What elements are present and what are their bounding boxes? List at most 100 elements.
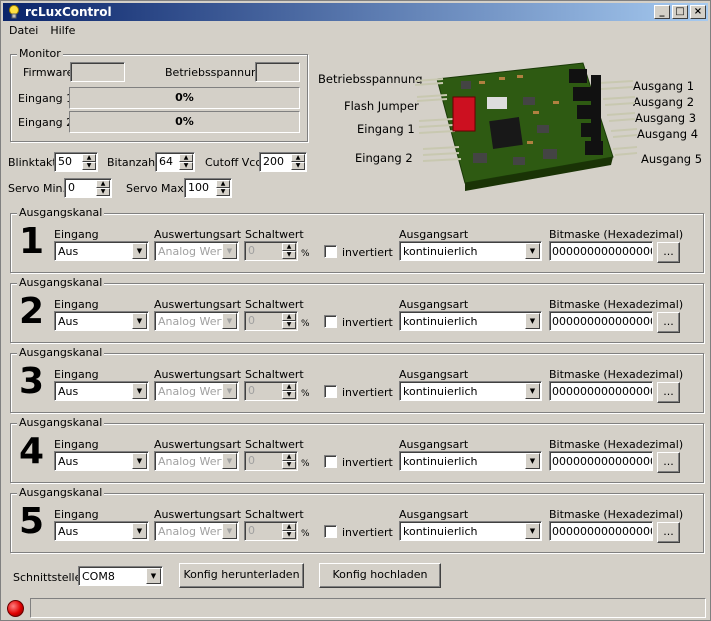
- menu-datei[interactable]: Datei: [3, 22, 44, 40]
- invertiert-checkbox[interactable]: [324, 385, 337, 398]
- eingang-select[interactable]: Aus ▼: [54, 451, 149, 471]
- spin-up-icon: ▲: [282, 523, 296, 531]
- servo-max-label: Servo Max.: [126, 182, 188, 195]
- invertiert-label: invertiert: [342, 386, 393, 399]
- invertiert-label: invertiert: [342, 456, 393, 469]
- ausgangsart-select[interactable]: kontinuierlich ▼: [399, 381, 542, 401]
- servo-max-spinner[interactable]: 100 ▲ ▼: [184, 178, 232, 198]
- board-label-eingang1: Eingang 1: [357, 122, 415, 136]
- invertiert-checkbox[interactable]: [324, 525, 337, 538]
- bitanzahl-spinner[interactable]: 64 ▲ ▼: [155, 152, 195, 172]
- status-bar: [3, 597, 708, 619]
- invertiert-label: invertiert: [342, 316, 393, 329]
- eingang-select[interactable]: Aus ▼: [54, 521, 149, 541]
- bitmaske-input[interactable]: 0000000000000000: [549, 451, 653, 471]
- percent-label: %: [301, 319, 310, 329]
- input1-label: Eingang 1: [18, 92, 74, 105]
- voltage-label: Betriebsspannung: [165, 66, 266, 79]
- spin-down-icon: ▼: [179, 162, 193, 170]
- bitmaske-browse-button[interactable]: ...: [657, 452, 680, 473]
- status-text-panel: [30, 598, 706, 618]
- auswertungsart-select[interactable]: Analog Wert ▼: [154, 381, 239, 401]
- menu-hilfe[interactable]: Hilfe: [44, 22, 81, 40]
- lightbulb-icon: [7, 5, 21, 19]
- ausgangsart-label: Ausgangsart: [399, 438, 469, 451]
- bitmaske-input[interactable]: 0000000000000000: [549, 381, 653, 401]
- flash-jumper-part: [452, 96, 476, 132]
- auswertungsart-select[interactable]: Analog Wert ▼: [154, 241, 239, 261]
- ausgangsart-label: Ausgangsart: [399, 298, 469, 311]
- ausgangsart-select[interactable]: kontinuierlich ▼: [399, 241, 542, 261]
- input2-label: Eingang 2: [18, 116, 74, 129]
- spin-up-icon: ▲: [282, 383, 296, 391]
- chevron-down-icon: ▼: [525, 243, 540, 259]
- maximize-button[interactable]: □: [672, 5, 688, 19]
- spin-down-icon: ▼: [282, 251, 296, 259]
- bitmaske-browse-button[interactable]: ...: [657, 242, 680, 263]
- bitmaske-label: Bitmaske (Hexadezimal): [549, 438, 684, 451]
- spin-down-icon: ▼: [282, 531, 296, 539]
- servo-min-spinner[interactable]: 0 ▲ ▼: [64, 178, 112, 198]
- percent-label: %: [301, 529, 310, 539]
- cutoff-label: Cutoff Vcc: [205, 156, 262, 169]
- bitmaske-input[interactable]: 0000000000000000: [549, 311, 653, 331]
- invertiert-checkbox[interactable]: [324, 245, 337, 258]
- chevron-down-icon: ▼: [222, 383, 237, 399]
- spin-down-icon: ▼: [96, 188, 110, 196]
- eingang-label: Eingang: [54, 508, 99, 521]
- bitmaske-browse-button[interactable]: ...: [657, 312, 680, 333]
- invertiert-checkbox[interactable]: [324, 455, 337, 468]
- invertiert-label: invertiert: [342, 526, 393, 539]
- schaltwert-label: Schaltwert: [245, 368, 304, 381]
- channel-group-title: Ausgangskanal: [17, 486, 105, 499]
- chevron-down-icon: ▼: [222, 243, 237, 259]
- schaltwert-spinner[interactable]: 0 ▲ ▼: [244, 311, 298, 331]
- firmware-display: [70, 62, 125, 82]
- eingang-select[interactable]: Aus ▼: [54, 311, 149, 331]
- blinktakt-spinner[interactable]: 50 ▲ ▼: [54, 152, 98, 172]
- channel-group-title: Ausgangskanal: [17, 276, 105, 289]
- ausgangsart-label: Ausgangsart: [399, 368, 469, 381]
- port-select[interactable]: COM8 ▼: [78, 566, 163, 586]
- bitmaske-browse-button[interactable]: ...: [657, 522, 680, 543]
- channel-number: 1: [19, 221, 45, 262]
- eingang-select[interactable]: Aus ▼: [54, 241, 149, 261]
- auswertungsart-select[interactable]: Analog Wert ▼: [154, 521, 239, 541]
- schaltwert-spinner[interactable]: 0 ▲ ▼: [244, 521, 298, 541]
- schaltwert-spinner[interactable]: 0 ▲ ▼: [244, 451, 298, 471]
- chevron-down-icon: ▼: [525, 383, 540, 399]
- upload-config-button[interactable]: Konfig hochladen: [319, 563, 441, 588]
- cutoff-spinner[interactable]: 200 ▲ ▼: [259, 152, 307, 172]
- channel-number: 4: [19, 431, 45, 472]
- auswertungsart-select[interactable]: Analog Wert ▼: [154, 311, 239, 331]
- schaltwert-spinner[interactable]: 0 ▲ ▼: [244, 241, 298, 261]
- download-config-button[interactable]: Konfig herunterladen: [179, 563, 304, 588]
- invertiert-checkbox[interactable]: [324, 315, 337, 328]
- chevron-down-icon: ▼: [525, 523, 540, 539]
- schaltwert-label: Schaltwert: [245, 438, 304, 451]
- bitanzahl-label: Bitanzahl: [107, 156, 159, 169]
- ausgangsart-select[interactable]: kontinuierlich ▼: [399, 521, 542, 541]
- auswertungsart-label: Auswertungsart: [154, 298, 242, 311]
- bitmaske-browse-button[interactable]: ...: [657, 382, 680, 403]
- spin-up-icon: ▲: [96, 180, 110, 188]
- auswertungsart-select[interactable]: Analog Wert ▼: [154, 451, 239, 471]
- close-button[interactable]: ×: [690, 5, 706, 19]
- bitmaske-input[interactable]: 0000000000000000: [549, 241, 653, 261]
- minimize-button[interactable]: _: [654, 5, 670, 19]
- chevron-down-icon: ▼: [132, 383, 147, 399]
- board-label-ausgang4: Ausgang 4: [637, 127, 699, 141]
- ausgangsart-select[interactable]: kontinuierlich ▼: [399, 311, 542, 331]
- percent-label: %: [301, 389, 310, 399]
- schaltwert-label: Schaltwert: [245, 298, 304, 311]
- board-label-betriebsspannung: Betriebsspannung: [318, 72, 423, 86]
- ausgangsart-select[interactable]: kontinuierlich ▼: [399, 451, 542, 471]
- eingang-select[interactable]: Aus ▼: [54, 381, 149, 401]
- firmware-label: Firmware: [23, 66, 74, 79]
- bitmaske-input[interactable]: 0000000000000000: [549, 521, 653, 541]
- schaltwert-spinner[interactable]: 0 ▲ ▼: [244, 381, 298, 401]
- circuit-board-image: [414, 62, 638, 191]
- spin-down-icon: ▼: [291, 162, 305, 170]
- eingang-label: Eingang: [54, 298, 99, 311]
- bitmaske-label: Bitmaske (Hexadezimal): [549, 508, 684, 521]
